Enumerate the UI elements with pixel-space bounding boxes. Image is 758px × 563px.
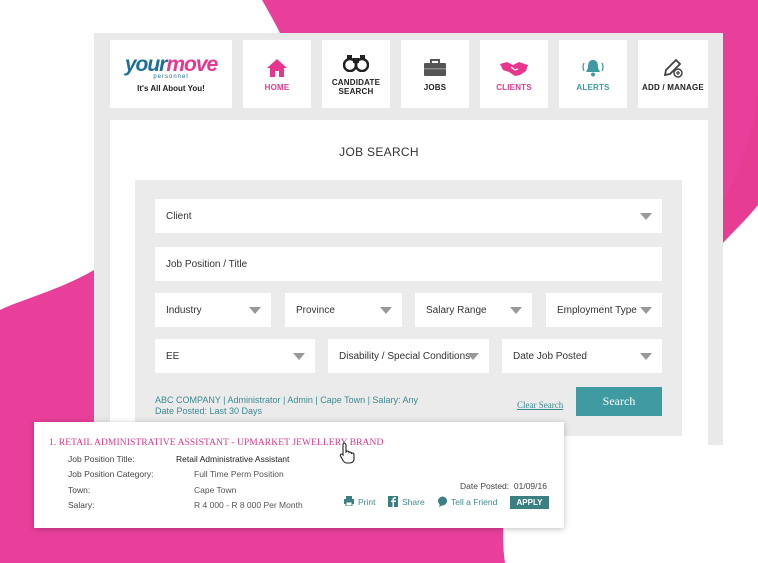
nav-jobs-label: JOBS xyxy=(423,82,447,92)
tell-a-friend-button[interactable]: Tell a Friend xyxy=(437,496,497,507)
date-posted-value: 01/09/16 xyxy=(513,481,547,491)
hand-pointer-icon xyxy=(339,442,355,464)
chevron-down-icon xyxy=(380,307,392,314)
job-result-title-link[interactable]: 1. RETAIL ADMINISTRATIVE ASSISTANT - UPM… xyxy=(49,438,383,448)
client-select[interactable]: Client xyxy=(155,199,662,233)
search-button[interactable]: Search xyxy=(576,387,662,416)
client-select-value: Client xyxy=(166,210,192,222)
search-summary-date: Date Posted: Last 30 Days xyxy=(155,406,263,416)
nav-home[interactable]: HOME xyxy=(243,40,311,108)
date-posted-label: Date Posted: xyxy=(460,481,510,491)
employment-type-select-value: Employment Type xyxy=(557,304,637,316)
industry-select[interactable]: Industry xyxy=(155,293,271,327)
chevron-down-icon xyxy=(510,307,522,314)
bell-icon xyxy=(581,57,605,79)
logo-subtitle: personnel xyxy=(153,74,189,80)
position-title-label: Job Position Title: xyxy=(68,454,135,464)
category-label: Job Position Category: xyxy=(68,469,154,479)
nav-candidate-search-label: CANDIDATE SEARCH xyxy=(331,78,381,96)
province-select-value: Province xyxy=(296,304,335,316)
employment-type-select[interactable]: Employment Type xyxy=(546,293,662,327)
printer-icon xyxy=(344,496,354,507)
salary-range-select-value: Salary Range xyxy=(426,304,487,316)
nav-home-label: HOME xyxy=(264,82,290,92)
job-position-placeholder: Job Position / Title xyxy=(166,258,248,270)
salary-value: R 4 000 - R 8 000 Per Month xyxy=(194,500,303,510)
chevron-down-icon xyxy=(467,353,479,360)
nav-add-manage-label: ADD / MANAGE xyxy=(642,82,704,92)
print-button[interactable]: Print xyxy=(344,496,375,507)
nav-jobs[interactable]: JOBS xyxy=(401,40,469,108)
clear-search-link[interactable]: Clear Search xyxy=(517,400,563,410)
home-icon xyxy=(266,57,288,79)
print-label: Print xyxy=(358,496,376,507)
date-posted-select-value: Date Job Posted xyxy=(513,350,587,362)
page-title: JOB SEARCH xyxy=(339,145,419,159)
chevron-down-icon xyxy=(249,307,261,314)
salary-label: Salary: xyxy=(68,500,95,510)
chevron-down-icon xyxy=(640,213,652,220)
chevron-down-icon xyxy=(640,353,652,360)
date-posted-select[interactable]: Date Job Posted xyxy=(502,339,662,373)
binoculars-icon xyxy=(343,52,369,74)
chevron-down-icon xyxy=(293,353,305,360)
handshake-icon xyxy=(499,57,529,79)
nav-candidate-search[interactable]: CANDIDATE SEARCH xyxy=(322,40,390,108)
chevron-down-icon xyxy=(640,307,652,314)
nav-clients-label: CLIENTS xyxy=(496,82,532,92)
chat-bubble-icon xyxy=(437,496,447,507)
salary-range-select[interactable]: Salary Range xyxy=(415,293,532,327)
apply-button[interactable]: APPLY xyxy=(510,496,549,509)
disability-select-value: Disability / Special Conditions xyxy=(339,350,471,362)
town-label: Town: xyxy=(68,485,91,495)
share-label: Share xyxy=(402,496,425,507)
province-select[interactable]: Province xyxy=(285,293,402,327)
nav-add-manage[interactable]: ADD / MANAGE xyxy=(638,40,708,108)
search-summary-criteria: ABC COMPANY | Administrator | Admin | Ca… xyxy=(155,395,418,405)
nav-clients[interactable]: CLIENTS xyxy=(480,40,548,108)
briefcase-icon xyxy=(423,57,447,79)
nav-alerts-label: ALERTS xyxy=(576,82,610,92)
nav-alerts[interactable]: ALERTS xyxy=(559,40,627,108)
logo-wordmark: yourmove xyxy=(124,53,218,76)
logo-tile[interactable]: yourmove personnel It's All About You! xyxy=(110,40,232,108)
town-value: Cape Town xyxy=(194,485,237,495)
industry-select-value: Industry xyxy=(166,304,202,316)
job-position-input[interactable]: Job Position / Title xyxy=(155,247,662,281)
logo-tagline: It's All About You! xyxy=(137,84,205,93)
facebook-icon xyxy=(388,496,398,507)
tell-a-friend-label: Tell a Friend xyxy=(451,496,498,507)
edit-add-icon xyxy=(662,57,684,79)
ee-select-value: EE xyxy=(166,350,180,362)
position-title-value: Retail Administrative Assistant xyxy=(176,454,290,464)
ee-select[interactable]: EE xyxy=(155,339,315,373)
disability-select[interactable]: Disability / Special Conditions xyxy=(328,339,489,373)
category-value: Full Time Perm Position xyxy=(194,469,284,479)
search-summary: ABC COMPANY | Administrator | Admin | Ca… xyxy=(155,395,418,417)
share-button[interactable]: Share xyxy=(388,496,425,507)
date-posted-info: Date Posted: 01/09/16 xyxy=(460,481,547,491)
